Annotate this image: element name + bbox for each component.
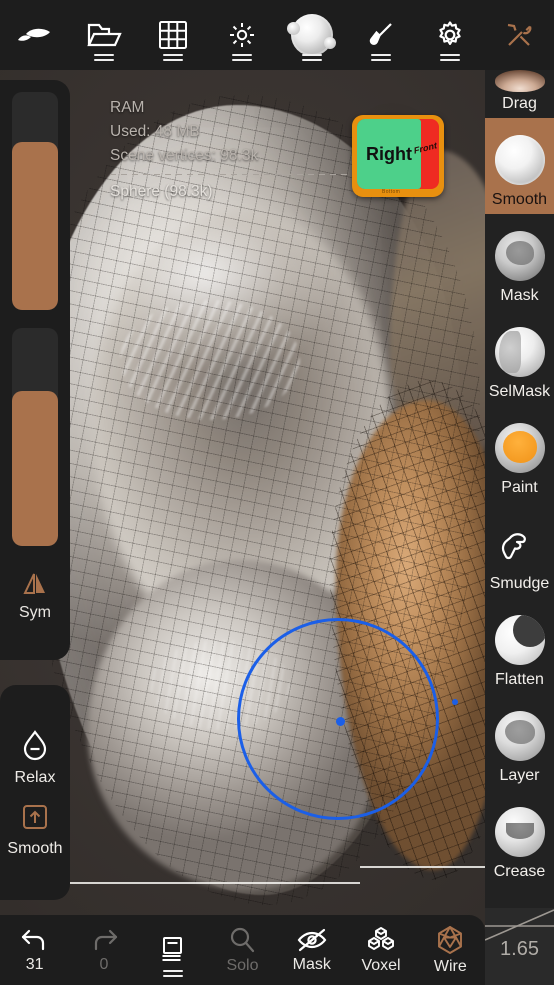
intensity-slider[interactable] <box>12 328 58 546</box>
tool-flatten-label: Flatten <box>495 671 544 688</box>
left-slider-panel: Sym <box>0 80 70 660</box>
topbar-item-lighting[interactable] <box>208 0 277 70</box>
wireframe-button[interactable]: Wire <box>416 915 485 985</box>
paint-brush-icon <box>494 423 545 473</box>
topbar-item-scene[interactable] <box>139 0 208 70</box>
tool-mask[interactable]: Mask <box>485 214 554 310</box>
relax-droplet-icon <box>23 729 47 760</box>
falloff-value: 1.65 <box>500 938 539 960</box>
wireframe-hex-icon <box>438 925 463 954</box>
cube-front-label: Right <box>366 143 412 164</box>
smooth-brush-icon <box>494 135 545 185</box>
orientation-cube[interactable]: Right Front Bottom <box>352 115 444 197</box>
mask-brush-icon <box>494 231 545 281</box>
redo-count: 0 <box>99 955 109 973</box>
lighting-sun-icon <box>230 23 255 47</box>
tool-layer-label: Layer <box>499 767 540 784</box>
nomad-sculpt-app: RAM Used: 48 MB Scene vertices: 98.3k Sp… <box>0 0 554 985</box>
layers-icon <box>162 937 183 961</box>
tool-crease-label: Crease <box>493 863 546 880</box>
tool-drag-label: Drag <box>502 95 537 112</box>
falloff-curve-widget[interactable]: 1.65 <box>485 908 554 985</box>
topbar-item-nomad-logo[interactable] <box>0 0 69 70</box>
crease-brush-icon <box>494 807 545 857</box>
settings-gear-icon <box>439 21 461 45</box>
brush-symmetry-dot <box>452 699 458 705</box>
grid-icon <box>159 21 188 49</box>
top-toolbar <box>0 0 554 70</box>
relax-label: Relax <box>14 768 56 786</box>
floor-guide-line-right <box>360 866 485 868</box>
layer-brush-icon <box>494 711 545 761</box>
menu-indicator-layers <box>163 967 184 977</box>
topbar-item-material[interactable] <box>277 0 346 70</box>
topbar-item-settings[interactable] <box>416 0 485 70</box>
smooth-label: Smooth <box>7 839 63 857</box>
tool-smooth-label: Smooth <box>491 191 548 208</box>
undo-count: 31 <box>25 955 44 973</box>
topbar-item-files[interactable] <box>69 0 138 70</box>
tools-wrench-icon <box>508 23 532 46</box>
menu-indicator-scene <box>163 51 184 61</box>
solo-label: Solo <box>226 956 259 974</box>
symmetry-label: Sym <box>19 604 51 621</box>
undo-icon <box>21 929 44 950</box>
nomad-logo-icon <box>17 28 50 41</box>
tool-layer[interactable]: Layer <box>485 694 554 790</box>
tool-flatten[interactable]: Flatten <box>485 598 554 694</box>
redo-icon <box>94 929 118 950</box>
flatten-brush-icon <box>494 615 545 665</box>
mask-label: Mask <box>292 955 331 973</box>
tool-selmask[interactable]: SelMask <box>485 310 554 406</box>
bottom-toolbar: 31 0 Solo Mask Voxel Wire <box>0 915 485 985</box>
tool-selmask-label: SelMask <box>488 383 551 400</box>
menu-indicator-material <box>301 51 322 61</box>
voxel-button[interactable]: Voxel <box>346 915 415 985</box>
menu-indicator-files <box>93 51 114 61</box>
selmask-brush-icon <box>494 327 545 377</box>
cube-front-face[interactable]: Right <box>357 119 421 189</box>
smooth-arrow-up-icon <box>22 804 47 829</box>
topbar-item-paint[interactable] <box>346 0 415 70</box>
symmetry-toggle[interactable]: Sym <box>18 568 52 622</box>
topbar-item-tools[interactable] <box>485 0 554 70</box>
tool-paint-label: Paint <box>501 479 538 496</box>
paint-brush-icon <box>369 23 392 45</box>
relax-button[interactable]: Relax <box>14 722 56 793</box>
tool-crease[interactable]: Crease <box>485 790 554 886</box>
left-button-panel: Relax Smooth <box>0 685 70 900</box>
redo-button[interactable]: 0 <box>69 915 138 985</box>
smooth-button[interactable]: Smooth <box>7 797 63 864</box>
voxel-label: Voxel <box>361 956 401 974</box>
layers-button[interactable] <box>139 915 208 985</box>
brush-tool-palette[interactable]: Drag Smooth Mask SelMask Paint Smudge Fl… <box>485 70 554 915</box>
drag-brush-icon <box>494 70 545 92</box>
smudge-hand-icon <box>501 533 526 560</box>
undo-button[interactable]: 31 <box>0 915 69 985</box>
solo-magnifier-icon <box>231 927 255 952</box>
menu-indicator-paint <box>370 51 391 61</box>
voxel-cubes-icon <box>368 926 394 950</box>
intensity-slider-fill <box>12 391 58 546</box>
tool-smudge[interactable]: Smudge <box>485 502 554 598</box>
mask-toggle-button[interactable]: Mask <box>277 915 346 985</box>
tool-drag[interactable]: Drag <box>485 70 554 118</box>
material-sphere-icon <box>286 14 336 56</box>
tool-paint[interactable]: Paint <box>485 406 554 502</box>
menu-indicator-settings <box>440 51 461 61</box>
solo-button[interactable]: Solo <box>208 915 277 985</box>
menu-indicator-lighting <box>232 51 253 61</box>
radius-slider-fill <box>12 142 58 310</box>
tool-mask-label: Mask <box>500 287 539 304</box>
tool-smooth[interactable]: Smooth <box>485 118 554 214</box>
wire-label: Wire <box>433 957 467 975</box>
floor-guide-line <box>60 882 360 884</box>
folder-icon <box>87 23 122 47</box>
mask-eye-off-icon <box>297 928 327 951</box>
cube-bottom-label: Bottom <box>382 189 401 195</box>
radius-slider[interactable] <box>12 92 58 310</box>
symmetry-icon <box>23 573 45 594</box>
tool-smudge-label: Smudge <box>489 575 550 592</box>
3d-viewport[interactable]: RAM Used: 48 MB Scene vertices: 98.3k Sp… <box>0 0 554 985</box>
